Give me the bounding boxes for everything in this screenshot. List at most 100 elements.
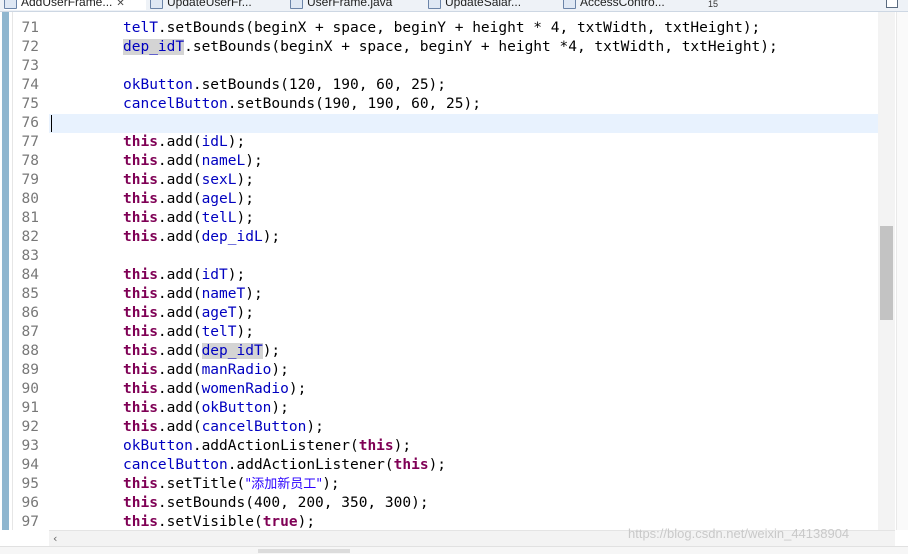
code-line[interactable]: this.add(dep_idL); bbox=[123, 228, 280, 247]
code-line[interactable]: this.add(idT); bbox=[123, 266, 245, 285]
code-line[interactable]: this.setTitle("添加新员工"); bbox=[123, 475, 340, 494]
code-line[interactable]: this.add(dep_idT); bbox=[123, 342, 280, 361]
code-line[interactable]: this.add(sexL); bbox=[123, 171, 254, 190]
field-token: idL bbox=[201, 134, 228, 150]
keyword-token: this bbox=[123, 476, 158, 492]
field-token: ageT bbox=[201, 305, 237, 321]
text-caret bbox=[51, 115, 52, 132]
hidden-tabs-count[interactable]: 15 bbox=[708, 0, 718, 9]
code-token: .setTitle( bbox=[157, 476, 246, 492]
code-token: .setBounds(400, 200, 350, 300); bbox=[157, 495, 429, 511]
overview-ruler[interactable] bbox=[896, 12, 908, 530]
field-token: idT bbox=[201, 267, 228, 283]
code-token: ); bbox=[236, 305, 254, 321]
code-line[interactable]: this.add(ageT); bbox=[123, 304, 254, 323]
code-line[interactable]: this.add(cancelButton); bbox=[123, 418, 324, 437]
field-token: manRadio bbox=[201, 362, 272, 378]
tab-access-control[interactable]: AccessContro... bbox=[563, 0, 685, 10]
code-token: .add( bbox=[157, 153, 202, 169]
line-number: 75 bbox=[21, 96, 39, 112]
line-number: 83 bbox=[21, 248, 39, 264]
code-token: .add( bbox=[157, 191, 202, 207]
code-line[interactable]: cancelButton.setBounds(190, 190, 60, 25)… bbox=[123, 95, 481, 114]
code-line[interactable]: okButton.setBounds(120, 190, 60, 25); bbox=[123, 76, 446, 95]
code-line[interactable]: this.setBounds(400, 200, 350, 300); bbox=[123, 494, 429, 513]
field-token: cancelButton bbox=[201, 419, 307, 435]
tab-label: AccessContro... bbox=[580, 0, 665, 9]
vertical-scrollbar[interactable] bbox=[878, 12, 895, 530]
code-line[interactable]: cancelButton.addActionListener(this); bbox=[123, 456, 446, 475]
code-line[interactable]: this.add(telT); bbox=[123, 323, 254, 342]
vertical-scroll-thumb[interactable] bbox=[880, 226, 893, 320]
keyword-token: this bbox=[123, 514, 158, 530]
code-line[interactable]: this.add(manRadio); bbox=[123, 361, 289, 380]
code-token: ); bbox=[322, 476, 340, 492]
java-file-icon bbox=[290, 0, 303, 10]
tab-update-salary[interactable]: UpdateSalar... bbox=[428, 0, 548, 10]
close-tab-icon[interactable]: ✕ bbox=[116, 0, 124, 9]
tab-add-user-frame[interactable]: AddUserFrame... ✕ bbox=[4, 0, 146, 10]
code-token: .add( bbox=[157, 210, 202, 226]
line-number-gutter: 71 72 73 74 75 76 77 78 79 80 81 82 83 84 85 86 87 88 89 90… bbox=[13, 12, 47, 530]
keyword-token: this bbox=[123, 134, 158, 150]
code-line[interactable]: this.add(idL); bbox=[123, 133, 245, 152]
field-token: womenRadio bbox=[201, 381, 289, 397]
code-line[interactable]: this.add(nameT); bbox=[123, 285, 263, 304]
tab-user-frame[interactable]: UserFrame.java bbox=[290, 0, 410, 10]
code-token: .setBounds(190, 190, 60, 25); bbox=[227, 96, 481, 112]
line-number: 93 bbox=[21, 438, 39, 454]
code-token: .setBounds(beginX + space, beginY + heig… bbox=[157, 20, 761, 36]
code-token: ); bbox=[236, 324, 254, 340]
keyword-token: this bbox=[123, 210, 158, 226]
code-token: .add( bbox=[157, 400, 202, 416]
keyword-token: this bbox=[123, 305, 158, 321]
tab-update-user-frame[interactable]: UpdateUserFr... bbox=[150, 0, 272, 10]
line-number: 94 bbox=[21, 457, 39, 473]
keyword-token: true bbox=[262, 514, 298, 530]
code-token: .add( bbox=[157, 134, 202, 150]
code-token: .setVisible( bbox=[157, 514, 263, 530]
code-line[interactable]: dep_idT.setBounds(beginX + space, beginY… bbox=[123, 38, 778, 57]
keyword-token: this bbox=[123, 172, 158, 188]
keyword-token: this bbox=[123, 153, 158, 169]
code-token: .add( bbox=[157, 286, 202, 302]
code-token: .add( bbox=[157, 343, 202, 359]
field-token: okButton bbox=[123, 77, 193, 93]
line-number: 95 bbox=[21, 476, 39, 492]
code-line[interactable]: okButton.addActionListener(this); bbox=[123, 437, 411, 456]
code-token: ); bbox=[428, 457, 447, 473]
field-token: telT bbox=[201, 324, 237, 340]
keyword-token: this bbox=[123, 400, 158, 416]
code-token: .add( bbox=[157, 381, 202, 397]
line-number: 74 bbox=[21, 77, 39, 93]
scroll-left-icon[interactable]: ‹ bbox=[53, 531, 57, 546]
field-token: dep_idT bbox=[201, 343, 263, 359]
code-line[interactable]: this.add(ageL); bbox=[123, 190, 254, 209]
line-number: 92 bbox=[21, 419, 39, 435]
code-token: .addActionListener( bbox=[227, 457, 394, 473]
code-token: ); bbox=[271, 362, 289, 378]
class-file-icon bbox=[563, 0, 576, 10]
line-number: 77 bbox=[21, 134, 39, 150]
keyword-token: this bbox=[358, 438, 394, 454]
code-line[interactable]: this.add(womenRadio); bbox=[123, 380, 306, 399]
line-number: 90 bbox=[21, 381, 39, 397]
line-number: 73 bbox=[21, 58, 39, 74]
code-line[interactable]: this.add(nameL); bbox=[123, 152, 263, 171]
field-token: cancelButton bbox=[123, 96, 228, 112]
bottom-tab-segment bbox=[258, 549, 350, 553]
code-line[interactable]: this.add(okButton); bbox=[123, 399, 289, 418]
code-editor[interactable]: telT .setBounds(beginX + space, beginY + … bbox=[49, 12, 877, 530]
code-line[interactable]: this.setVisible(true); bbox=[123, 513, 315, 530]
code-token: ); bbox=[236, 210, 254, 226]
code-token: .setBounds(120, 190, 60, 25); bbox=[192, 77, 447, 93]
line-number: 71 bbox=[21, 20, 39, 36]
field-token: okButton bbox=[201, 400, 272, 416]
line-number: 88 bbox=[21, 343, 39, 359]
line-number: 78 bbox=[21, 153, 39, 169]
code-line[interactable]: this.add(telL); bbox=[123, 209, 254, 228]
field-token: sexL bbox=[201, 172, 237, 188]
tab-label: AddUserFrame... bbox=[21, 0, 113, 9]
minimize-icon[interactable] bbox=[886, 0, 898, 8]
code-line[interactable]: telT.setBounds(beginX + space, beginY + … bbox=[123, 19, 760, 38]
